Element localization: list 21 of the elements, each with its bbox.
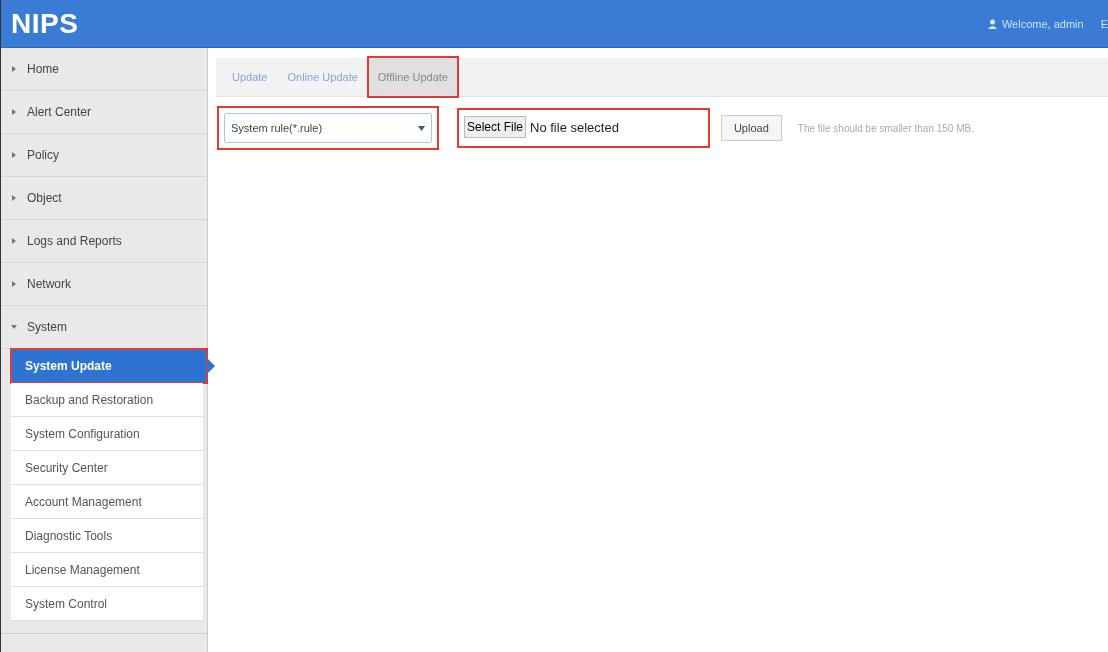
upload-button[interactable]: Upload (720, 115, 782, 141)
select-file-button[interactable]: Select File (464, 116, 527, 138)
nav-item[interactable]: Object (1, 177, 207, 220)
logo: NIPS (11, 7, 79, 40)
submenu-item[interactable]: System Update (11, 349, 207, 383)
submenu-item[interactable]: Security Center (11, 451, 203, 485)
file-input[interactable]: Select File No file selected (458, 109, 709, 147)
submenu-item[interactable]: System Configuration (11, 417, 203, 451)
nav-item[interactable]: Policy (1, 134, 207, 177)
submenu-item[interactable]: Diagnostic Tools (11, 519, 203, 553)
nav-item[interactable]: Logs and Reports (1, 220, 207, 263)
nav-item[interactable]: Network (1, 263, 207, 306)
rule-dropdown[interactable]: System rule(*.rule) (224, 113, 432, 143)
nav-item[interactable]: Alert Center (1, 91, 207, 134)
submenu-item[interactable]: Account Management (11, 485, 203, 519)
nav-item[interactable]: Home (1, 48, 207, 91)
submenu-item[interactable]: System Control (11, 587, 203, 621)
submenu-item[interactable]: License Management (11, 553, 203, 587)
submenu-item[interactable]: Backup and Restoration (11, 383, 203, 417)
file-status: No file selected (530, 119, 619, 135)
hint-text: The file should be smaller than 150 MB. (797, 122, 974, 134)
